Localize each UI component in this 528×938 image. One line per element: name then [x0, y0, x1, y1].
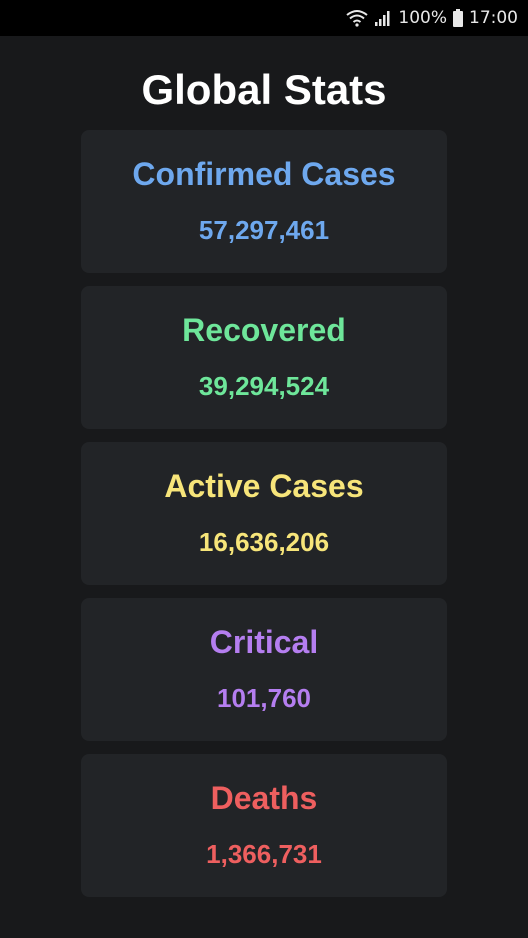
stat-value: 57,297,461: [198, 215, 330, 245]
stat-label: Recovered: [182, 312, 346, 348]
stat-label: Confirmed Cases: [132, 156, 396, 192]
page-title: Global Stats: [141, 66, 387, 113]
stat-value: 101,760: [217, 683, 311, 713]
status-bar: 100% 17:00: [0, 0, 528, 36]
stat-label: Critical: [209, 624, 319, 660]
stat-label: Deaths: [210, 780, 318, 816]
signal-icon: [374, 10, 392, 26]
stat-card-deaths: Deaths 1,366,731: [81, 754, 447, 897]
battery-percent: 100%: [398, 8, 447, 28]
stats-list: Confirmed Cases 57,297,461 Recovered 39,…: [81, 130, 447, 910]
stat-value: 39,294,524: [198, 371, 330, 401]
stat-card-active: Active Cases 16,636,206: [81, 442, 447, 585]
battery-icon: [453, 9, 463, 27]
stat-card-confirmed: Confirmed Cases 57,297,461: [81, 130, 447, 273]
stat-card-critical: Critical 101,760: [81, 598, 447, 741]
wifi-icon: [346, 9, 369, 27]
stat-value: 16,636,206: [198, 527, 330, 557]
clock: 17:00: [469, 8, 518, 28]
stat-label: Active Cases: [164, 468, 364, 504]
stat-value: 1,366,731: [206, 839, 322, 869]
stat-card-recovered: Recovered 39,294,524: [81, 286, 447, 429]
